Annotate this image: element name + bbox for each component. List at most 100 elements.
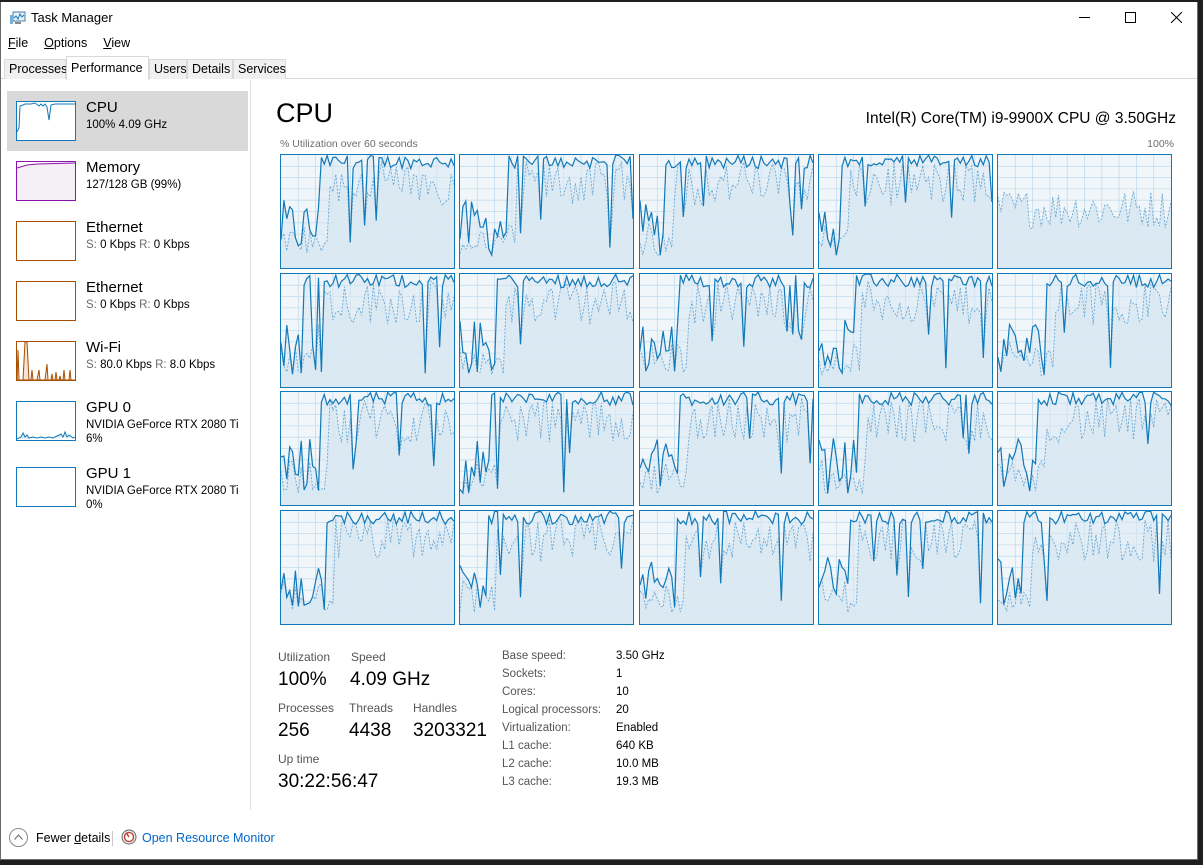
spec-value: 1 [616,668,623,680]
logical-processor-graphs[interactable] [280,154,1174,626]
spec-value: 19.3 MB [616,776,659,788]
sidebar-item-ethernet-1[interactable]: Ethernet S: 0 Kbps R: 0 Kbps [7,211,248,271]
threads-value: 4438 [349,720,392,741]
core-graph-svg [998,392,1172,506]
sidebar-item-memory[interactable]: Memory 127/128 GB (99%) [7,151,248,211]
spec-value: 10.0 MB [616,758,659,770]
chevron-up-icon [14,834,23,840]
maximize-button[interactable] [1107,2,1153,32]
menu-file[interactable]: File [1,34,36,52]
core-graph-svg [281,155,454,268]
logical-processor-graph [280,154,455,269]
ethernet-2-thumbnail-graph [16,281,76,321]
resource-monitor-icon [121,829,137,845]
logical-processor-graph [280,391,455,507]
sidebar-item-gpu-1[interactable]: GPU 1 NVIDIA GeForce RTX 2080 Ti 0% [7,457,248,517]
core-graph-svg [639,392,813,506]
sidebar-item-cpu[interactable]: CPU 100% 4.09 GHz [7,91,248,151]
spec-value: 20 [616,704,629,716]
fewer-details-text-a: Fewer [36,831,75,845]
core-graph-svg [818,511,992,625]
window-title: Task Manager [31,10,113,25]
menu-options-accel: O [44,36,54,50]
logical-processor-graph [638,510,814,626]
tab-details[interactable]: Details [187,59,233,79]
logical-processor-graph [280,272,455,388]
memory-thumbnail-graph [16,161,76,201]
tab-users[interactable]: Users [149,59,187,79]
spec-key: Virtualization: [502,722,571,734]
tab-performance[interactable]: Performance [66,56,149,80]
receive-label: R: [155,359,167,371]
tab-services[interactable]: Services [233,59,286,79]
send-value: 0 Kbps [100,239,136,251]
wifi-thumbnail-graph [16,341,76,381]
kernel-time-area [639,281,813,387]
fewer-details-link[interactable]: Fewer details [36,831,110,845]
cpu-thumbnail-line [17,102,75,133]
receive-label: R: [139,239,151,251]
core-graph-svg [281,511,454,625]
send-label: S: [86,299,97,311]
sidebar-ethernet-2-sub: S: 0 Kbps R: 0 Kbps [86,299,190,311]
core-graph-svg [281,392,454,506]
sidebar-wifi-sub: S: 80.0 Kbps R: 8.0 Kbps [86,359,215,371]
sidebar-ethernet-2-title: Ethernet [86,279,143,296]
sidebar-gpu-0-sub: NVIDIA GeForce RTX 2080 Ti [86,419,239,431]
send-label: S: [86,239,97,251]
page-title: CPU [276,98,334,128]
receive-value: 0 Kbps [153,299,190,311]
logical-processor-graph [638,154,814,269]
gpu-0-thumbnail-graph [16,401,76,441]
logical-processor-graph [997,510,1173,626]
send-label: S: [86,359,97,371]
task-manager-app-icon [10,11,26,24]
minimize-button[interactable] [1061,2,1107,32]
menu-file-label: ile [15,36,29,50]
close-button[interactable] [1153,2,1199,32]
sidebar-gpu-1-sub: NVIDIA GeForce RTX 2080 Ti [86,485,239,497]
core-graph-svg [639,155,813,268]
cpu-thumbnail-graph [16,101,76,141]
fewer-details-button[interactable] [9,828,28,847]
spec-key: Logical processors: [502,704,602,716]
logical-processor-graph [817,391,993,507]
sidebar-item-ethernet-2[interactable]: Ethernet S: 0 Kbps R: 0 Kbps [7,271,248,331]
footer-divider [112,831,113,846]
send-value: 0 Kbps [100,299,136,311]
speed-label: Speed [351,650,386,664]
logical-processor-graph [997,391,1173,507]
receive-value: 8.0 Kbps [169,359,216,371]
open-resource-monitor-link[interactable]: Open Resource Monitor [142,831,275,845]
fewer-details-text-b: etails [81,831,111,845]
menu-view-label: iew [111,36,131,50]
kernel-time-area [281,399,454,506]
processes-label: Processes [278,701,335,715]
receive-label: R: [139,299,151,311]
processes-value: 256 [278,720,310,741]
gpu-0-thumbnail-line [17,430,75,440]
utilization-value: 100% [278,669,327,690]
resource-sidebar: CPU 100% 4.09 GHz Memory 127/128 GB (99%… [1,80,251,810]
menu-view[interactable]: View [95,34,138,52]
core-graph-svg [460,392,634,506]
menu-options[interactable]: Options [36,34,95,52]
spec-key: L3 cache: [502,776,552,788]
logical-processor-graph [638,391,814,507]
core-graph-svg [281,273,454,387]
sidebar-item-wifi[interactable]: Wi-Fi S: 80.0 Kbps R: 8.0 Kbps [7,331,248,391]
sidebar-item-gpu-0[interactable]: GPU 0 NVIDIA GeForce RTX 2080 Ti 6% [7,391,248,451]
tab-processes[interactable]: Processes [4,59,67,79]
core-graph-svg [818,155,992,268]
menu-bar: File Options View [1,34,1197,52]
logical-processor-graph [817,154,993,269]
sidebar-gpu-1-title: GPU 1 [86,465,132,482]
title-bar[interactable]: Task Manager [1,2,1197,32]
spec-key: L1 cache: [502,740,552,752]
tab-bar: Processes Performance Users Details Serv… [1,55,1197,80]
core-graph-svg [818,273,992,387]
spec-key: Sockets: [502,668,547,680]
sidebar-gpu-1-usage: 0% [86,499,103,511]
core-graph-svg [460,511,634,625]
sidebar-memory-title: Memory [86,159,141,176]
